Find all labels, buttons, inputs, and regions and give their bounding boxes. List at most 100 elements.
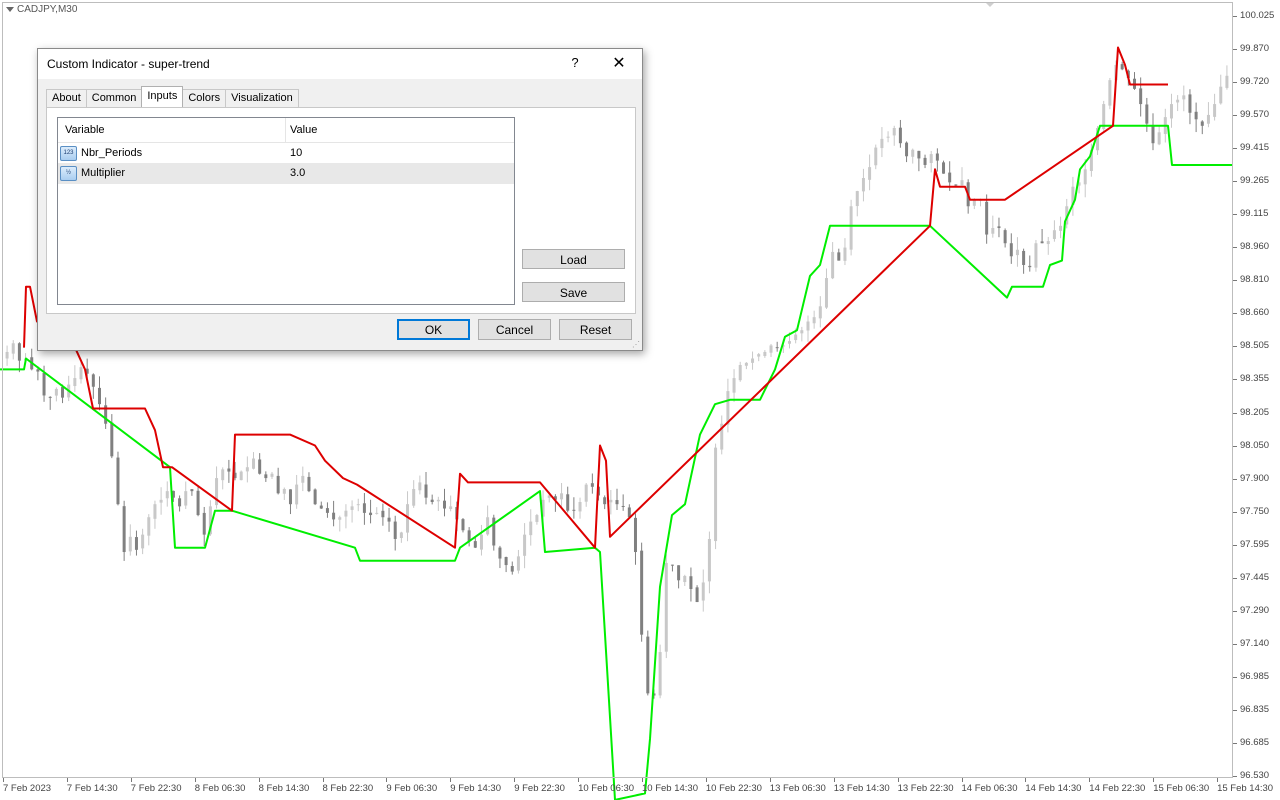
price-tick-mark	[1233, 478, 1237, 480]
tab-inputs[interactable]: Inputs	[141, 86, 184, 107]
price-tick-label: 98.960	[1240, 241, 1270, 253]
price-tick-mark	[1233, 544, 1237, 546]
price-tick-label: 97.750	[1240, 505, 1270, 517]
tab-colors[interactable]: Colors	[182, 89, 227, 107]
variable-value[interactable]: 10	[290, 147, 302, 159]
time-tick-label: 7 Feb 2023	[3, 783, 52, 794]
price-tick-mark	[1233, 379, 1237, 381]
double-type-icon: ½	[60, 166, 77, 181]
price-tick-label: 99.265	[1240, 175, 1270, 187]
price-tick-label: 98.810	[1240, 274, 1270, 286]
time-tick-label: 7 Feb 22:30	[130, 783, 182, 794]
column-header-variable[interactable]: Variable	[65, 124, 105, 136]
price-tick-label: 99.570	[1240, 109, 1270, 121]
time-tick-label: 10 Feb 14:30	[642, 783, 698, 794]
variable-name: Multiplier	[81, 167, 126, 179]
time-tick-label: 9 Feb 14:30	[450, 783, 502, 794]
close-icon[interactable]: ✕	[608, 54, 630, 74]
reset-button[interactable]: Reset	[559, 319, 632, 340]
time-tick-mark	[705, 778, 707, 782]
time-tick-mark	[322, 778, 324, 782]
tab-strip: About Common Inputs Colors Visualization	[46, 86, 299, 107]
price-tick-mark	[1233, 49, 1237, 51]
price-tick-label: 99.415	[1240, 142, 1270, 154]
price-tick-mark	[1233, 247, 1237, 249]
table-header: Variable Value	[58, 118, 514, 143]
variable-name: Nbr_Periods	[81, 147, 143, 159]
symbol-label[interactable]: CADJPY,M30	[6, 4, 77, 15]
price-tick-mark	[1233, 181, 1237, 183]
price-tick-label: 100.025	[1240, 10, 1275, 21]
time-tick-mark	[1025, 778, 1027, 782]
time-tick-mark	[1153, 778, 1155, 782]
price-tick-mark	[1233, 16, 1237, 17]
price-tick-mark	[1233, 610, 1237, 612]
price-tick-mark	[1233, 313, 1237, 315]
help-button[interactable]: ?	[568, 55, 582, 73]
dialog-title: Custom Indicator - super-trend	[47, 57, 210, 71]
time-tick-label: 8 Feb 06:30	[194, 783, 246, 794]
resize-grip-icon[interactable]: ⋰	[632, 340, 640, 349]
price-tick-label: 98.505	[1240, 340, 1270, 352]
time-tick-label: 7 Feb 14:30	[66, 783, 118, 794]
price-tick-label: 97.445	[1240, 571, 1270, 583]
table-row-multiplier[interactable]: ½ Multiplier 3.0	[58, 163, 514, 184]
price-tick-label: 98.205	[1240, 406, 1270, 418]
time-tick-mark	[961, 778, 963, 782]
time-tick-mark	[1089, 778, 1091, 782]
price-tick-label: 98.050	[1240, 439, 1270, 451]
tab-about[interactable]: About	[46, 89, 87, 107]
ok-button[interactable]: OK	[397, 319, 470, 340]
tab-visualization[interactable]: Visualization	[225, 89, 299, 107]
time-tick-label: 10 Feb 06:30	[578, 783, 635, 794]
price-tick-label: 96.685	[1240, 736, 1270, 748]
price-tick-mark	[1233, 577, 1237, 579]
integer-type-icon: 123	[60, 146, 77, 161]
price-tick-mark	[1233, 676, 1237, 678]
time-tick-mark	[194, 778, 196, 782]
time-tick-label: 15 Feb 14:30	[1217, 783, 1274, 794]
time-tick-label: 9 Feb 22:30	[514, 783, 565, 794]
time-tick-mark	[1217, 778, 1219, 782]
column-divider[interactable]	[285, 118, 286, 142]
variable-value[interactable]: 3.0	[290, 167, 305, 179]
save-button[interactable]: Save	[522, 282, 625, 302]
column-header-value[interactable]: Value	[290, 124, 317, 136]
dialog-titlebar[interactable]: Custom Indicator - super-trend ? ✕	[38, 49, 642, 79]
time-tick-mark	[66, 778, 68, 782]
price-tick-label: 97.290	[1240, 604, 1270, 616]
time-tick-mark	[130, 778, 132, 782]
time-tick-mark	[578, 778, 580, 782]
price-tick-label: 96.835	[1240, 703, 1270, 715]
time-tick-label: 10 Feb 22:30	[705, 783, 762, 794]
table-row-nbr-periods[interactable]: 123 Nbr_Periods 10	[58, 143, 514, 164]
price-tick-mark	[1233, 115, 1237, 117]
price-tick-label: 96.985	[1240, 670, 1270, 682]
time-tick-label: 14 Feb 22:30	[1089, 783, 1146, 794]
price-tick-label: 97.140	[1240, 637, 1270, 649]
time-tick-mark	[386, 778, 388, 782]
time-tick-mark	[514, 778, 516, 782]
time-tick-mark	[897, 778, 899, 782]
time-tick-mark	[642, 778, 643, 782]
time-tick-label: 14 Feb 14:30	[1025, 783, 1082, 794]
time-tick-label: 14 Feb 06:30	[961, 783, 1018, 794]
time-tick-mark	[769, 778, 771, 782]
price-tick-mark	[1233, 412, 1237, 414]
symbol-dropdown-icon[interactable]	[6, 7, 14, 12]
price-tick-label: 98.660	[1240, 307, 1270, 319]
price-tick-mark	[1233, 445, 1237, 447]
cancel-button[interactable]: Cancel	[478, 319, 551, 340]
inputs-panel: Variable Value 123 Nbr_Periods 10 ½ Mult…	[46, 107, 636, 314]
time-tick-label: 8 Feb 22:30	[322, 783, 374, 794]
price-tick-label: 97.900	[1240, 472, 1270, 484]
price-tick-label: 97.595	[1240, 538, 1270, 550]
price-tick-mark	[1233, 346, 1237, 348]
price-tick-mark	[1233, 742, 1237, 744]
tab-common[interactable]: Common	[85, 89, 143, 107]
load-button[interactable]: Load	[522, 249, 625, 269]
price-tick-mark	[1233, 643, 1237, 645]
time-tick-mark	[258, 778, 260, 782]
time-tick-label: 9 Feb 06:30	[386, 783, 438, 794]
time-tick-mark	[450, 778, 452, 782]
